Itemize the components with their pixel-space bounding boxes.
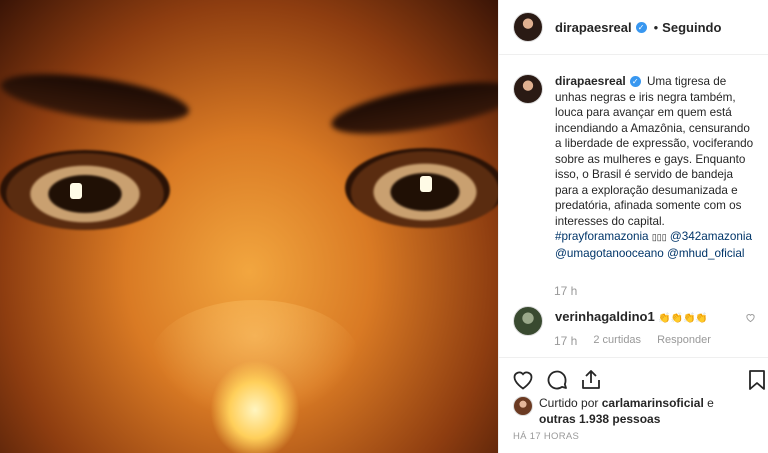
heart-icon[interactable] bbox=[511, 368, 535, 392]
post-side-panel: dirapaesreal ✓ • Seguindo dirapaesreal ✓ … bbox=[498, 0, 768, 453]
photo-eye-left bbox=[0, 150, 170, 230]
caption-time[interactable]: 17 h bbox=[554, 284, 577, 298]
photo-brow-right bbox=[327, 71, 498, 145]
liked-others[interactable]: outras 1.938 pessoas bbox=[539, 412, 660, 426]
comment-time[interactable]: 17 h bbox=[554, 334, 577, 348]
post-photo[interactable] bbox=[0, 0, 498, 453]
photo-brow-left bbox=[0, 64, 192, 132]
comment-text: 👏👏👏👏 bbox=[658, 313, 708, 324]
liked-by-text: Curtido por carlamarinsoficial e outras … bbox=[539, 395, 714, 427]
liked-prefix: Curtido por bbox=[539, 396, 599, 410]
post-timestamp[interactable]: HÁ 17 HORAS bbox=[513, 431, 579, 442]
action-bar bbox=[499, 357, 768, 398]
reply-button[interactable]: Responder bbox=[657, 334, 711, 348]
caption-avatar[interactable] bbox=[513, 74, 543, 104]
header-separator: • bbox=[653, 19, 659, 35]
comment-text-block: verinhagaldino1 👏👏👏👏 bbox=[555, 309, 708, 324]
liker-avatar[interactable] bbox=[513, 396, 533, 416]
author-username[interactable]: dirapaesreal bbox=[555, 20, 632, 35]
follow-button[interactable]: Seguindo bbox=[662, 20, 721, 35]
mention-link[interactable]: @umagotanooceano bbox=[555, 247, 664, 260]
caption-username[interactable]: dirapaesreal bbox=[555, 74, 626, 88]
liked-by: Curtido por carlamarinsoficial e outras … bbox=[513, 395, 758, 427]
comment-likes[interactable]: 2 curtidas bbox=[593, 334, 641, 348]
photo-glint-left bbox=[70, 183, 82, 199]
caption-text-block: dirapaesreal ✓ Uma tigresa de unhas negra… bbox=[555, 74, 758, 261]
verified-badge-icon: ✓ bbox=[629, 76, 641, 88]
comment-row: verinhagaldino1 👏👏👏👏 bbox=[513, 306, 758, 336]
emoji-placeholder: ▯▯▯ bbox=[651, 232, 667, 242]
verified-badge-icon: ✓ bbox=[635, 21, 647, 33]
commenter-username[interactable]: verinhagaldino1 bbox=[555, 309, 655, 324]
mention-link[interactable]: @mhud_oficial bbox=[667, 247, 744, 260]
liked-conj: e bbox=[707, 396, 714, 410]
share-icon[interactable] bbox=[579, 368, 603, 392]
hashtag-link[interactable]: #prayforamazonia bbox=[555, 230, 649, 243]
comments-section[interactable]: dirapaesreal ✓ Uma tigresa de unhas negra… bbox=[499, 54, 768, 356]
liker-username[interactable]: carlamarinsoficial bbox=[602, 396, 704, 410]
caption-text: Uma tigresa de unhas negras e iris negra… bbox=[555, 75, 754, 228]
post-header: dirapaesreal ✓ • Seguindo bbox=[499, 0, 768, 55]
comment-like-icon[interactable] bbox=[745, 312, 756, 326]
author-avatar[interactable] bbox=[513, 12, 543, 42]
comment-icon[interactable] bbox=[545, 368, 569, 392]
photo-light-glow bbox=[210, 360, 300, 453]
caption: dirapaesreal ✓ Uma tigresa de unhas negra… bbox=[513, 74, 758, 261]
photo-glint-right bbox=[420, 176, 432, 192]
bookmark-icon[interactable] bbox=[745, 368, 768, 392]
mention-link[interactable]: @342amazonia bbox=[670, 230, 752, 243]
comment-meta: 17 h 2 curtidas Responder bbox=[554, 334, 711, 348]
commenter-avatar[interactable] bbox=[513, 306, 543, 336]
